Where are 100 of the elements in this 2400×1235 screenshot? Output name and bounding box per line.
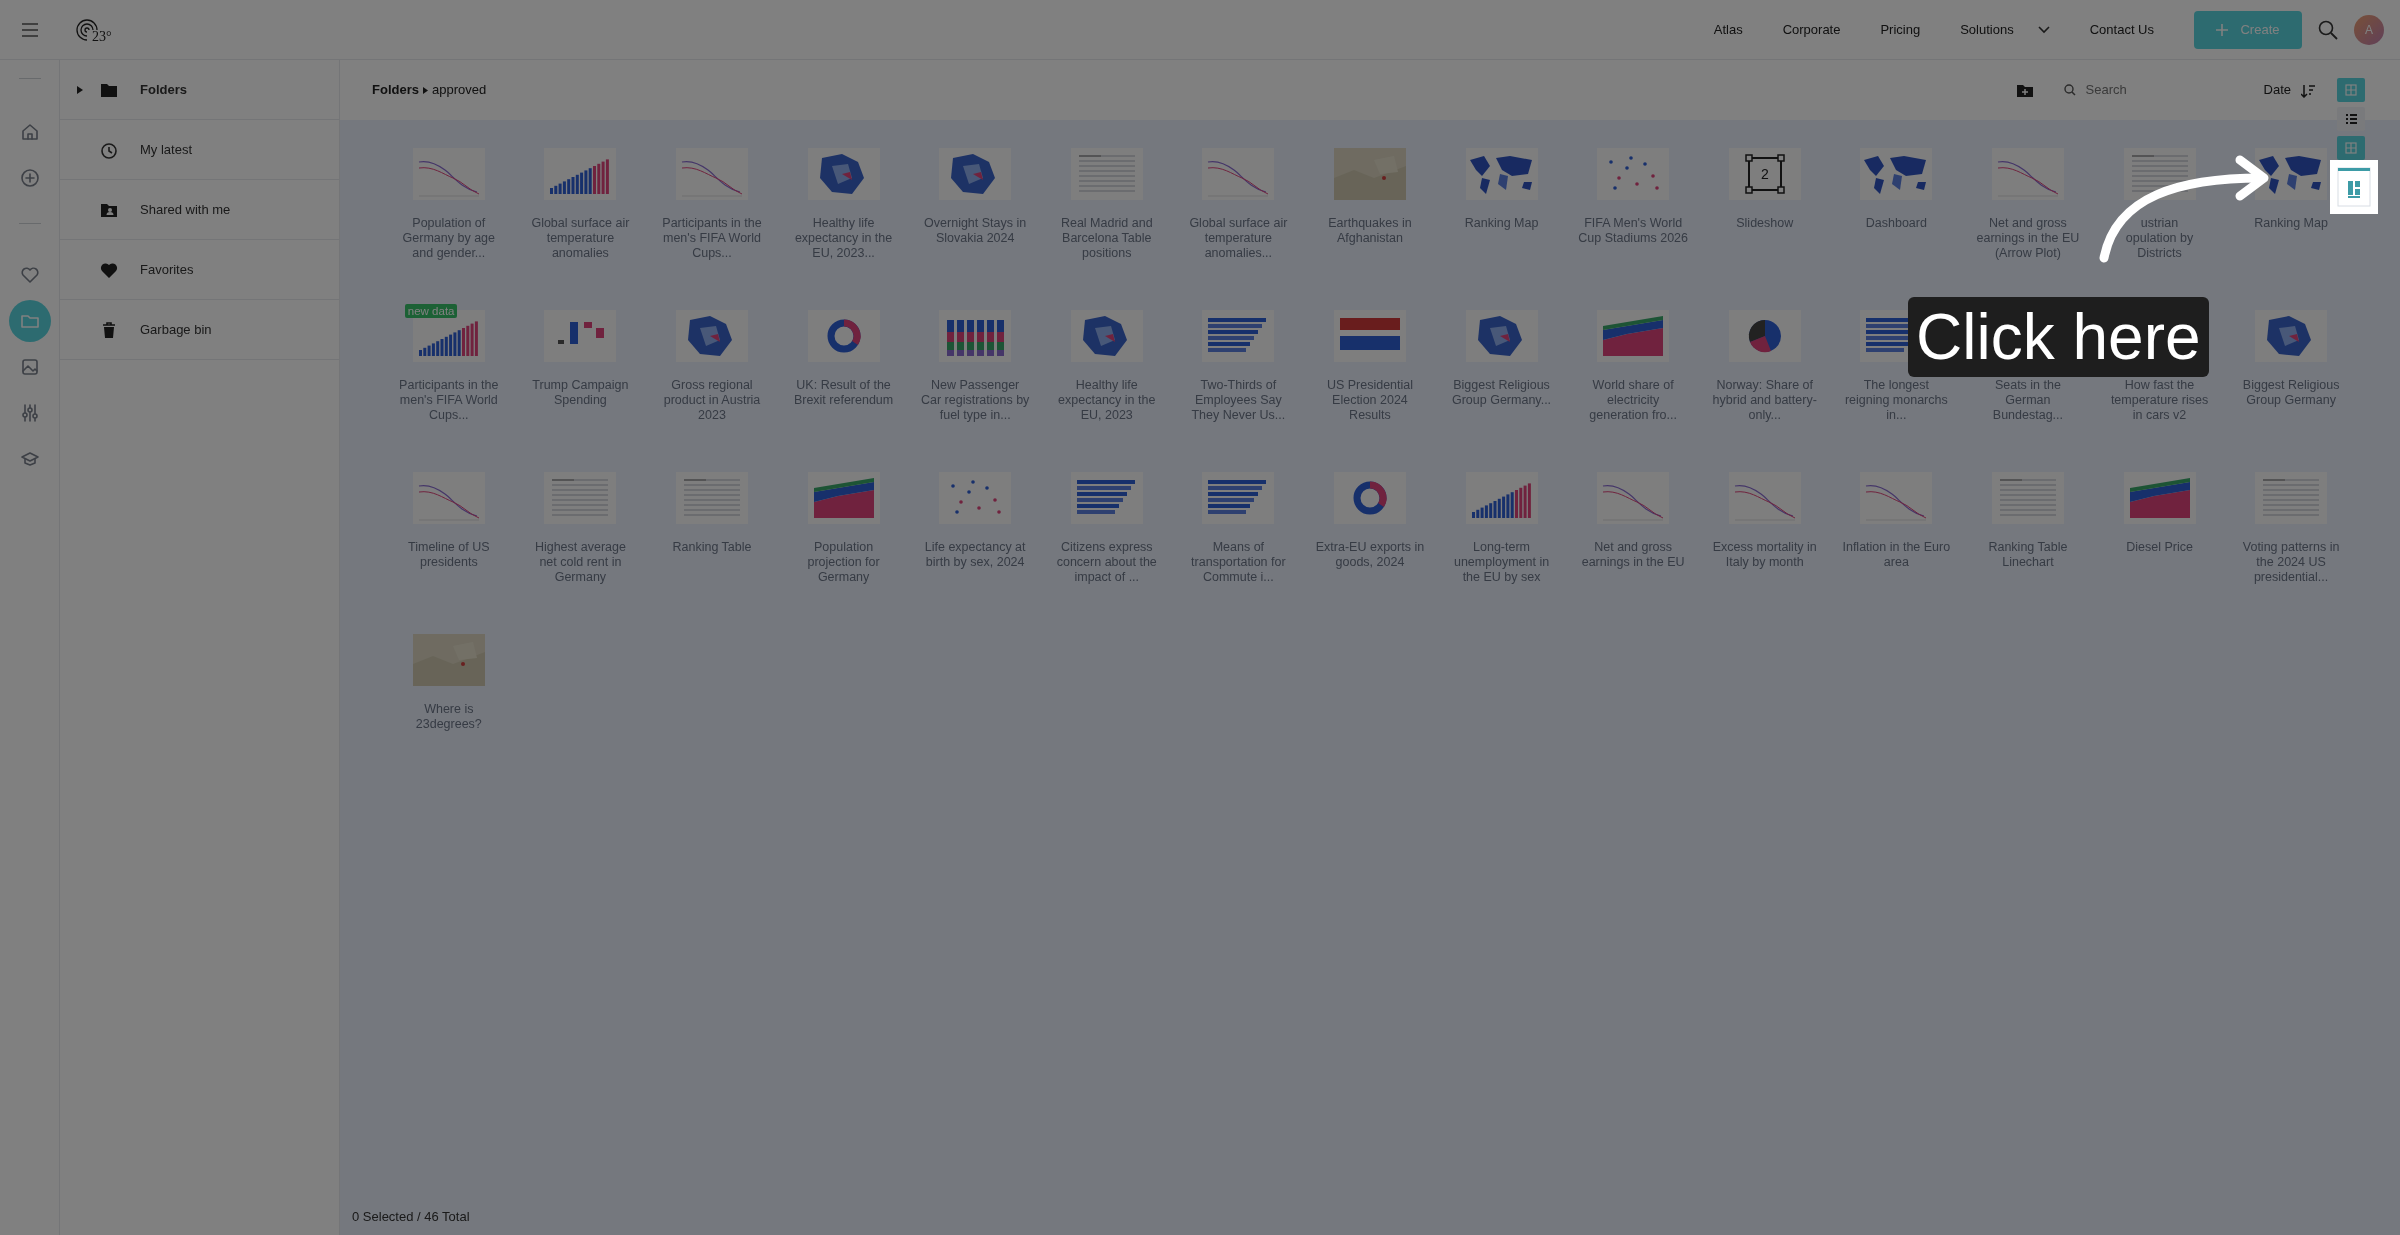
nav-link[interactable]: Contact Us [2089,19,2154,40]
chart-title[interactable]: Excess mortality in Italy by month [1709,540,1820,570]
chart-thumbnail[interactable] [807,310,880,362]
chart-title[interactable]: World share of electricity generation fro... [1578,378,1689,423]
chart-thumbnail[interactable] [1070,148,1143,200]
chart-thumbnail[interactable] [1070,310,1143,362]
folder-link[interactable]: Favorites [140,259,194,280]
chart-title[interactable]: Life expectancy at birth by sex, 2024 [920,540,1031,570]
chart-thumbnail[interactable] [1202,310,1275,362]
chart-thumbnail[interactable] [412,634,485,686]
chart-thumbnail[interactable] [1465,148,1538,200]
chart-thumbnail[interactable] [412,472,485,524]
nav-link[interactable]: Solutions [1960,19,2050,40]
search-field[interactable]: Search [2083,79,2224,101]
chart-title[interactable]: Norway: Share of hybrid and battery-only... [1709,378,1820,423]
menu-icon[interactable] [21,22,39,37]
chart-thumbnail[interactable] [1597,310,1670,362]
chart-thumbnail[interactable]: 2 [1728,148,1801,200]
chart-thumbnail[interactable] [1860,472,1933,524]
chart-thumbnail[interactable] [676,310,748,362]
chart-thumbnail[interactable] [412,148,485,200]
folder-link[interactable]: Shared with me [140,199,231,220]
chart-title[interactable]: Net and gross earnings in the EU (Arrow Plot) [1972,216,2083,261]
folder-link[interactable]: Garbage bin [140,319,212,340]
chart-title[interactable]: Ranking Map [1464,216,1539,231]
chart-thumbnail[interactable] [939,472,1012,524]
chart-thumbnail[interactable] [1465,310,1538,362]
chart-title[interactable]: FIFA Men's World Cup Stadiums 2026 [1578,216,1689,246]
breadcrumb-link[interactable]: Folders [372,80,419,100]
chart-title[interactable]: Ranking Table Linechart [1972,540,2083,570]
chart-title[interactable]: Extra-EU exports in goods, 2024 [1314,540,1425,570]
chart-title[interactable]: Earthquakes in Afghanistan [1314,216,1425,246]
chart-title[interactable]: Diesel Price [2126,540,2193,555]
chart-thumbnail[interactable] [676,148,748,200]
chart-title[interactable]: ustrian opulation by Districts [2125,216,2194,261]
chart-title[interactable]: Biggest Religious Group Germany [2236,378,2347,408]
chart-title[interactable]: UK: Result of the Brexit referendum [788,378,899,408]
nav-link[interactable]: Pricing [1880,19,1921,40]
chart-title[interactable]: US Presidential Election 2024 Results [1314,378,1425,423]
chart-thumbnail[interactable] [807,148,880,200]
view-toggle-button[interactable] [2337,136,2365,160]
view-toggle-button[interactable] [2337,107,2365,131]
chart-title[interactable]: Long-term unemployment in the EU by sex [1446,540,1557,585]
chart-thumbnail[interactable] [1070,472,1143,524]
chart-title[interactable]: Participants in the men's FIFA World Cups... [657,216,767,261]
chart-title[interactable]: Population projection for Germany [788,540,899,585]
chart-title[interactable]: Ranking Map [2254,216,2328,231]
chart-title[interactable]: Dashboard [1865,216,1927,231]
chart-thumbnail[interactable] [1991,472,2064,524]
chart-title[interactable]: Global surface air temperature anomalies [525,216,636,261]
chart-title[interactable]: Citizens express concern about the impact of ... [1051,540,1162,585]
chart-thumbnail[interactable] [1465,472,1538,524]
chart-thumbnail[interactable] [807,472,880,524]
chart-thumbnail[interactable] [939,310,1012,362]
create-button[interactable]: Create [2194,10,2302,49]
nav-link[interactable]: Atlas [1713,19,1743,40]
sort-icon[interactable] [2301,83,2315,98]
chart-title[interactable]: Gross regional product in Austria 2023 [657,378,767,423]
chart-thumbnail[interactable] [1597,148,1670,200]
chart-thumbnail[interactable] [1991,148,2064,200]
folder-link[interactable]: My latest [140,139,192,160]
chart-title[interactable]: New Passenger Car registrations by fuel type in... [920,378,1031,423]
chart-title[interactable]: Participants in the men's FIFA World Cups... [393,378,504,423]
chart-title[interactable]: Biggest Religious Group Germany... [1446,378,1557,408]
chart-title[interactable]: Two-Thirds of Employees Say They Never Us... [1183,378,1294,423]
chart-thumbnail[interactable] [1728,472,1801,524]
view-toggle-button[interactable] [2330,160,2378,214]
chart-thumbnail[interactable] [676,472,748,524]
chart-thumbnail[interactable] [1333,472,1406,524]
new-folder-icon[interactable] [2015,83,2034,99]
chart-thumbnail[interactable] [1202,472,1275,524]
chart-thumbnail[interactable] [1333,148,1406,200]
chart-thumbnail[interactable] [2255,310,2328,362]
chart-thumbnail[interactable] [1860,148,1933,200]
chart-title[interactable]: Real Madrid and Barcelona Table positions [1051,216,1162,261]
chart-thumbnail[interactable] [544,148,617,200]
chart-title[interactable]: Population of Germany by age and gender... [393,216,504,261]
chart-title[interactable]: Timeline of US presidents [393,540,504,570]
chart-thumbnail[interactable] [1202,148,1275,200]
chart-title[interactable]: Ranking Table [672,540,752,555]
chart-title[interactable]: Slideshow [1736,216,1794,231]
chart-title[interactable]: Where is 23degrees? [393,702,504,732]
chart-title[interactable]: Net and gross earnings in the EU [1578,540,1689,570]
chart-thumbnail[interactable] [1597,472,1670,524]
chart-title[interactable]: Trump Campaign Spending [525,378,636,408]
chart-title[interactable]: Seats in the German Bundestag... [1972,378,2083,423]
chart-thumbnail[interactable] [939,148,1012,200]
chart-thumbnail[interactable] [1333,310,1406,362]
chart-title[interactable]: Means of transportation for Commute i... [1183,540,1294,585]
chart-title[interactable]: Global surface air temperature anomalies... [1183,216,1294,261]
chart-title[interactable]: Overnight Stays in Slovakia 2024 [920,216,1031,246]
expand-icon[interactable] [77,85,83,94]
chart-thumbnail[interactable] [544,472,617,524]
chart-thumbnail[interactable] [2255,148,2328,200]
chart-title[interactable]: The longest reigning monarchs in... [1841,378,1952,423]
nav-link[interactable]: Corporate [1782,19,1841,40]
view-toggle-button[interactable] [2337,78,2365,102]
folder-link[interactable]: Folders [140,79,187,100]
sort-label[interactable]: Date [2263,80,2291,100]
search-icon[interactable] [2318,20,2338,41]
